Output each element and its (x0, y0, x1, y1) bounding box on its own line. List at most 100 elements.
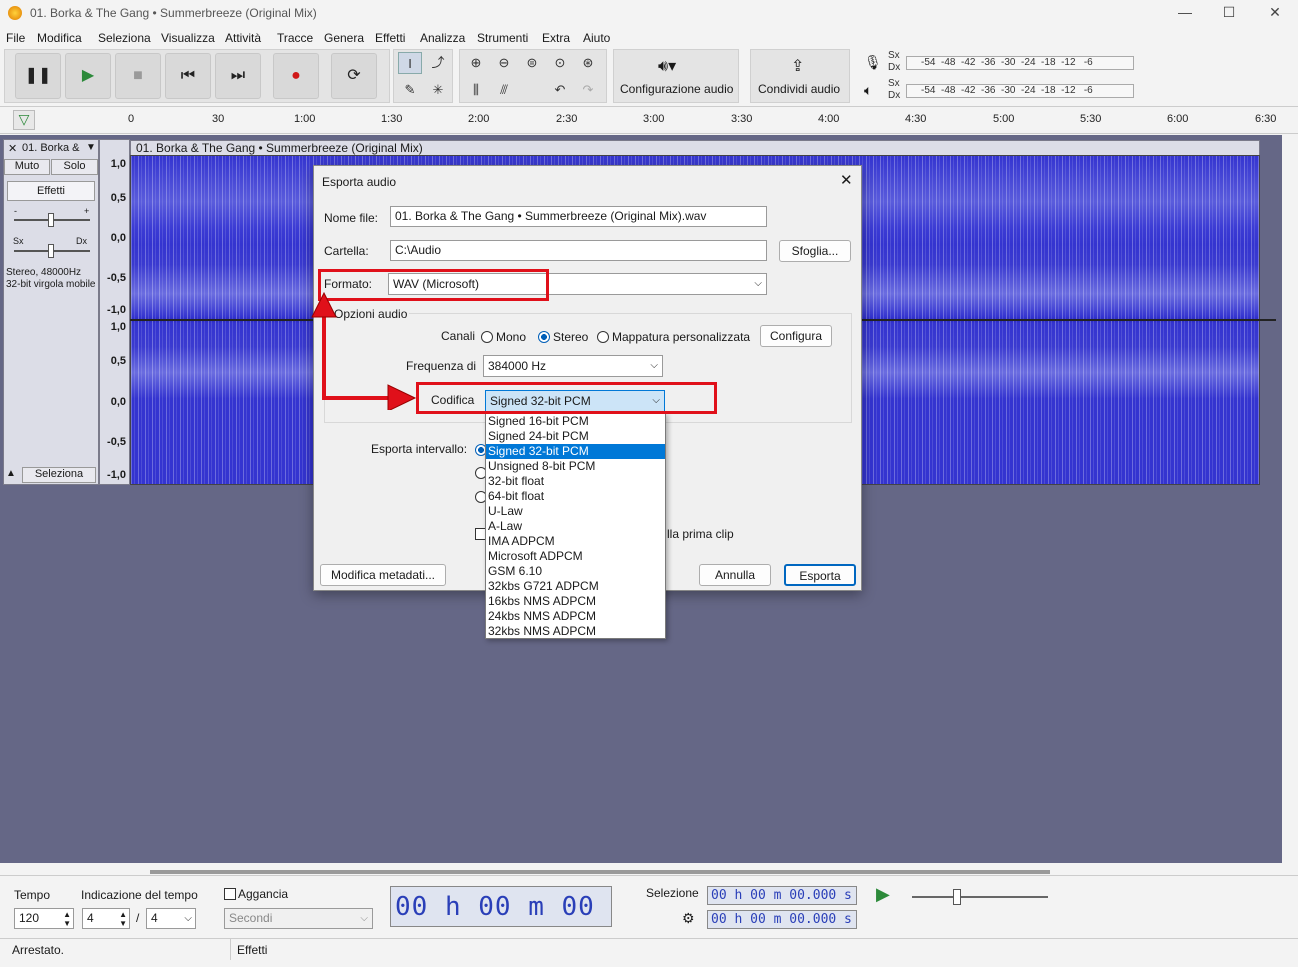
encoding-option[interactable]: Microsoft ADPCM (486, 549, 665, 564)
record-button[interactable]: ● (273, 53, 319, 99)
browse-button[interactable]: Sfoglia... (779, 240, 851, 262)
stereo-radio[interactable]: Stereo (538, 330, 588, 344)
encoding-option[interactable]: 32kbs NMS ADPCM (486, 624, 665, 639)
track-close-icon[interactable]: ✕ (8, 142, 17, 155)
record-meter[interactable]: -54 -48 -42 -36 -30 -24 -18 -12 -6 (906, 56, 1134, 70)
tempo-input[interactable]: 120 ▲ ▼ (14, 908, 74, 929)
menu-tracks[interactable]: Tracce (277, 31, 313, 45)
encoding-option[interactable]: GSM 6.10 (486, 564, 665, 579)
menu-effects[interactable]: Effetti (375, 31, 405, 45)
menu-file[interactable]: File (6, 31, 25, 45)
selection-tool-icon[interactable]: I (398, 52, 422, 74)
encoding-option[interactable]: IMA ADPCM (486, 534, 665, 549)
zoom-in-icon[interactable]: ⊕ (464, 52, 488, 74)
pan-slider-thumb[interactable] (48, 244, 54, 258)
select-track-button[interactable]: Seleziona (22, 467, 96, 483)
encoding-option[interactable]: A-Law (486, 519, 665, 534)
playback-speed-slider[interactable] (912, 896, 1048, 898)
sample-rate-select[interactable]: 384000 Hz ⌵ (483, 355, 663, 377)
time-sig-numerator[interactable]: 4 ▲ ▼ (82, 908, 130, 929)
minimize-icon[interactable]: — (1175, 4, 1195, 22)
cancel-button[interactable]: Annulla (699, 564, 771, 586)
loop-button[interactable]: ⟳ (331, 53, 377, 99)
menu-extra[interactable]: Extra (542, 31, 570, 45)
track-menu-arrow-icon[interactable]: ▼ (86, 142, 96, 153)
encoding-option-selected[interactable]: Signed 32-bit PCM (486, 444, 665, 459)
redo-icon[interactable]: ↷ (576, 79, 600, 101)
encoding-option[interactable]: U-Law (486, 504, 665, 519)
play-at-speed-icon[interactable]: ▶ (876, 884, 890, 905)
menu-edit[interactable]: Modifica (37, 31, 82, 45)
audio-setup-toolbar[interactable]: 🔊︎▾ Configurazione audio (613, 49, 739, 103)
horizontal-scrollbar[interactable] (150, 870, 1050, 874)
speaker-meter-icon[interactable]: 🔈︎ (864, 82, 872, 99)
encoding-option[interactable]: 64-bit float (486, 489, 665, 504)
folder-input[interactable]: C:\Audio (390, 240, 767, 261)
menu-select[interactable]: Seleziona (98, 31, 151, 45)
menu-tools[interactable]: Strumenti (477, 31, 528, 45)
dialog-close-icon[interactable]: ✕ (840, 171, 853, 189)
skip-start-button[interactable]: ⏮ (165, 53, 211, 99)
maximize-icon[interactable]: ☐ (1219, 4, 1239, 22)
close-icon[interactable]: ✕ (1265, 4, 1285, 22)
menu-help[interactable]: Aiuto (583, 31, 610, 45)
encoding-option[interactable]: Signed 16-bit PCM (486, 414, 665, 429)
status-bar: Arrestato. Effetti (0, 938, 1298, 960)
pause-button[interactable]: ❚❚ (15, 53, 61, 99)
export-button[interactable]: Esporta (784, 564, 856, 586)
spinner-icon[interactable]: ▲ ▼ (63, 910, 71, 928)
effects-button[interactable]: Effetti (7, 181, 95, 201)
play-head-icon[interactable]: ▽ (13, 110, 35, 130)
menu-generate[interactable]: Genera (324, 31, 364, 45)
microphone-icon[interactable]: 🎙︎ (864, 54, 882, 71)
time-sig-denominator[interactable]: 4 ⌵ (146, 908, 196, 929)
configure-button[interactable]: Configura (760, 325, 832, 347)
stop-button[interactable]: ■ (115, 53, 161, 99)
encoding-option[interactable]: Unsigned 8-bit PCM (486, 459, 665, 474)
encoding-option[interactable]: 24kbs NMS ADPCM (486, 609, 665, 624)
encoding-option[interactable]: 32kbs G721 ADPCM (486, 579, 665, 594)
selection-end-time[interactable]: 00 h 00 m 00.000 s (707, 910, 857, 929)
menu-activity[interactable]: Attività (225, 31, 261, 45)
multi-tool-icon[interactable]: ✳ (426, 79, 450, 101)
playback-meter[interactable]: -54 -48 -42 -36 -30 -24 -18 -12 -6 (906, 84, 1134, 98)
skip-end-button[interactable]: ⏭ (215, 53, 261, 99)
encoding-option[interactable]: Signed 24-bit PCM (486, 429, 665, 444)
track-name-menu[interactable]: 01. Borka & (22, 142, 79, 154)
mono-radio[interactable]: Mono (481, 330, 526, 344)
silence-icon[interactable]: ⫻ (492, 79, 516, 101)
undo-icon[interactable]: ↶ (548, 79, 572, 101)
track-bitdepth-info: 32-bit virgola mobile (6, 279, 96, 290)
fit-selection-icon[interactable]: ⊜ (520, 52, 544, 74)
custom-mapping-radio[interactable]: Mappatura personalizzata (597, 330, 750, 344)
menu-view[interactable]: Visualizza (161, 31, 215, 45)
selection-start-time[interactable]: 00 h 00 m 00.000 s (707, 886, 857, 905)
gain-slider-thumb[interactable] (48, 213, 54, 227)
timeline-ruler[interactable]: ▽ 0 30 1:00 1:30 2:00 2:30 3:00 3:30 4:0… (0, 106, 1298, 134)
trim-icon[interactable]: ⫼ (464, 79, 488, 101)
envelope-tool-icon[interactable]: ⤴ (426, 52, 450, 74)
settings-gear-icon[interactable]: ⚙ (682, 910, 695, 927)
fit-project-icon[interactable]: ⊙ (548, 52, 572, 74)
solo-button[interactable]: Solo (51, 159, 98, 175)
zoom-toggle-icon[interactable]: ⊛ (576, 52, 600, 74)
window-title: 01. Borka & The Gang • Summerbreeze (Ori… (30, 6, 317, 20)
spinner-icon[interactable]: ▲ ▼ (119, 910, 127, 928)
share-audio-toolbar[interactable]: ⇪ Condividi audio (750, 49, 850, 103)
menu-analyze[interactable]: Analizza (420, 31, 465, 45)
edit-metadata-button[interactable]: Modifica metadati... (320, 564, 446, 586)
draw-tool-icon[interactable]: ✎ (398, 79, 422, 101)
clip-title[interactable]: 01. Borka & The Gang • Summerbreeze (Ori… (130, 140, 1260, 156)
encoding-option[interactable]: 32-bit float (486, 474, 665, 489)
encoding-option[interactable]: 16kbs NMS ADPCM (486, 594, 665, 609)
collapse-icon[interactable]: ▲ (6, 468, 16, 479)
playback-speed-thumb[interactable] (953, 889, 961, 905)
snap-checkbox[interactable] (224, 888, 236, 900)
snap-unit-select[interactable]: Secondi ⌵ (224, 908, 373, 929)
mute-button[interactable]: Muto (4, 159, 50, 175)
file-name-input[interactable]: 01. Borka & The Gang • Summerbreeze (Ori… (390, 206, 767, 227)
zoom-out-icon[interactable]: ⊖ (492, 52, 516, 74)
time-display[interactable]: 00 h 00 m 00 s (390, 886, 612, 962)
play-button[interactable]: ▶ (65, 53, 111, 99)
vertical-scrollbar[interactable] (1282, 135, 1298, 863)
